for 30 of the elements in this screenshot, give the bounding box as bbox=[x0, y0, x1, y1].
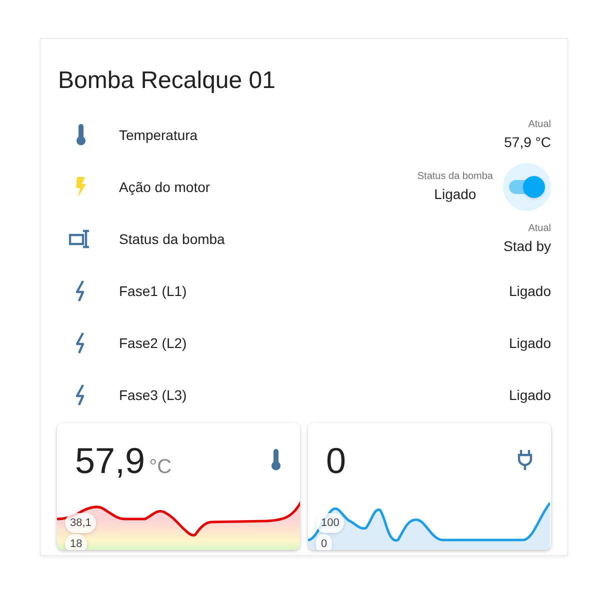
sensor-value: 0 bbox=[326, 439, 346, 483]
lightning-icon bbox=[75, 332, 87, 354]
sensor-graph-card[interactable]: 57,9°C 38,1 18 bbox=[57, 423, 300, 550]
entity-value: 57,9 °C bbox=[504, 133, 551, 152]
entity-name: Temperatura bbox=[119, 126, 199, 145]
value-caption: Status da bomba bbox=[417, 170, 493, 184]
lightning-icon bbox=[75, 280, 87, 302]
card-title: Bomba Recalque 01 bbox=[57, 66, 276, 96]
value-caption: Atual bbox=[528, 118, 551, 132]
entity-name: Fase2 (L2) bbox=[119, 334, 188, 353]
toggle-switch[interactable] bbox=[503, 163, 551, 211]
max-label: 100 bbox=[316, 512, 344, 533]
entity-name: Fase3 (L3) bbox=[119, 386, 188, 405]
sensor-value: 57,9 bbox=[75, 439, 146, 483]
plug-icon bbox=[517, 449, 533, 471]
thermometer-icon bbox=[270, 449, 282, 471]
entity-value: Ligado bbox=[434, 185, 476, 204]
lightning-icon bbox=[75, 384, 87, 406]
entity-value: Ligado bbox=[508, 386, 551, 405]
value-caption: Atual bbox=[528, 222, 551, 236]
entity-value: Ligado bbox=[508, 334, 551, 353]
entity-name: Status da bomba bbox=[119, 230, 226, 248]
thermometer-icon bbox=[75, 124, 87, 146]
entity-name: Fase1 (L1) bbox=[119, 282, 188, 301]
sensor-graph-card[interactable]: 0 100 0 bbox=[308, 423, 551, 550]
entity-value: Ligado bbox=[508, 282, 551, 301]
sensor-unit: °C bbox=[149, 455, 172, 480]
entity-name: Ação do motor bbox=[119, 178, 212, 197]
entity-value: Stad by bbox=[504, 237, 551, 256]
lightning-icon bbox=[75, 177, 87, 197]
